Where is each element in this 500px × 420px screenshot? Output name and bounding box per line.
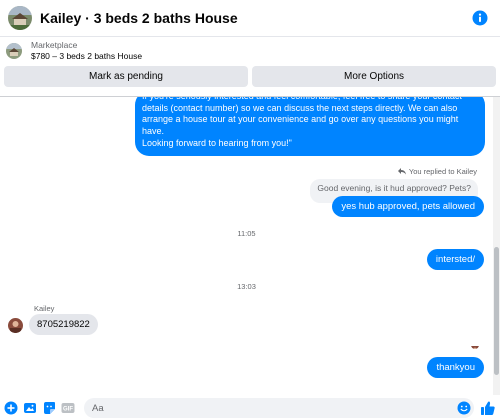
listing-title: $780 – 3 beds 2 baths House — [31, 50, 143, 61]
timestamp: 11:05 — [237, 229, 256, 238]
timestamp: 13:03 — [237, 282, 256, 291]
marketplace-card: Marketplace $780 – 3 beds 2 baths House … — [0, 37, 500, 97]
gif-icon[interactable]: GIF — [61, 401, 75, 415]
replied-indicator: You replied to Kailey — [397, 167, 477, 176]
marketplace-listing-row[interactable]: Marketplace $780 – 3 beds 2 baths House — [4, 37, 496, 64]
plus-icon[interactable] — [4, 401, 18, 415]
more-options-button[interactable]: More Options — [252, 66, 496, 87]
sticker-icon[interactable] — [42, 401, 56, 415]
photo-icon[interactable] — [23, 401, 37, 415]
info-icon[interactable] — [472, 10, 488, 26]
gif-label: GIF — [63, 407, 73, 413]
message-list[interactable]: If you're seriously interested and feel … — [0, 97, 493, 395]
message-input-wrapper — [84, 398, 474, 418]
thumbs-up-icon[interactable] — [480, 400, 496, 416]
outgoing-message[interactable]: thankyou — [427, 357, 484, 378]
mark-as-pending-button[interactable]: Mark as pending — [4, 66, 248, 87]
scrollbar[interactable] — [493, 97, 500, 395]
message-input[interactable] — [84, 398, 474, 418]
emoji-icon[interactable] — [457, 401, 471, 415]
outgoing-message-long[interactable]: If you're seriously interested and feel … — [135, 97, 485, 156]
outgoing-message-paragraph: Looking forward to hearing from you!" — [142, 137, 292, 148]
marketplace-label: Marketplace — [31, 39, 78, 50]
outgoing-message[interactable]: yes hub approved, pets allowed — [332, 196, 484, 217]
house-photo-icon[interactable] — [8, 6, 32, 30]
avatar[interactable] — [8, 318, 23, 333]
chat-header: Kailey · 3 beds 2 baths House — [0, 0, 500, 37]
sender-name: Kailey — [34, 304, 55, 313]
outgoing-message-paragraph: If you're seriously interested and feel … — [142, 97, 462, 137]
replied-label: You replied to Kailey — [408, 167, 477, 176]
chat-title[interactable]: Kailey · 3 beds 2 baths House — [40, 10, 472, 26]
listing-thumbnail — [6, 42, 22, 59]
outgoing-message[interactable]: intersted/ — [426, 249, 484, 270]
scrollbar-thumb[interactable] — [494, 247, 499, 375]
seen-avatar — [471, 341, 479, 349]
reply-arrow-icon — [397, 168, 406, 175]
incoming-message[interactable]: 8705219822 — [29, 314, 98, 335]
composer: GIF — [0, 396, 500, 420]
